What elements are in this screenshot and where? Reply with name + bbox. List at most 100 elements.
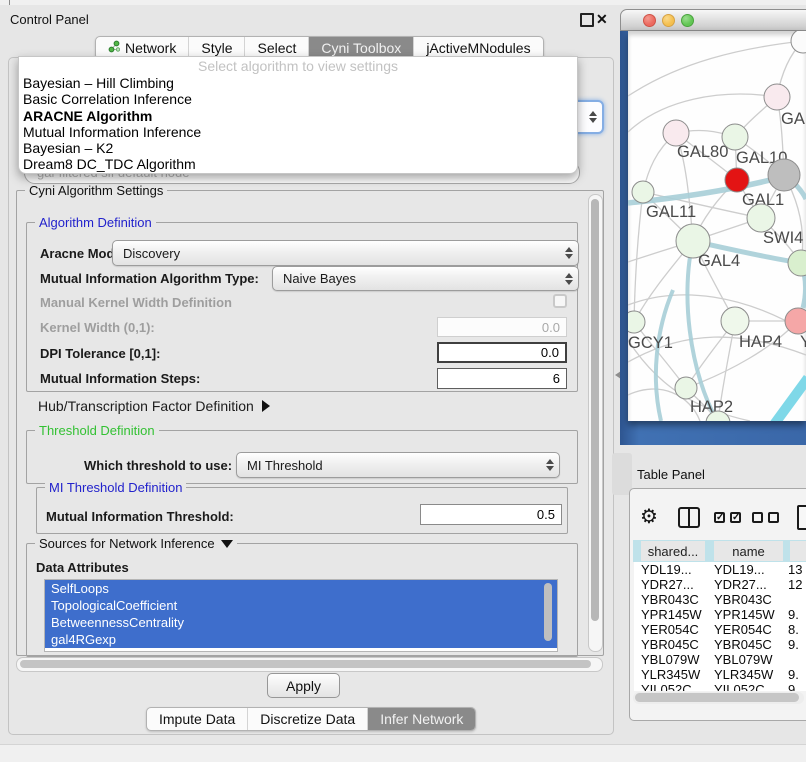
table-body[interactable]: YDL19...YDL19...13YDR27...YDR27...12YBR0… xyxy=(634,562,806,691)
new-table-icon[interactable] xyxy=(797,505,806,530)
cell: 8. xyxy=(788,622,799,637)
data-attributes-list[interactable]: SelfLoopsTopologicalCoefficientBetweenne… xyxy=(44,579,558,652)
mi-steps-field[interactable]: 6 xyxy=(437,368,567,389)
deselect-all-columns-icon[interactable] xyxy=(752,512,782,524)
attributes-vscrollbar-thumb[interactable] xyxy=(544,583,552,641)
minimize-traffic-light[interactable] xyxy=(662,14,675,27)
manual-kernel-checkbox[interactable] xyxy=(553,294,567,308)
kernel-width-value: 0.0 xyxy=(542,320,560,335)
network-window-titlebar[interactable] xyxy=(620,9,806,31)
cell: 12 xyxy=(788,577,802,592)
network-node-gal1[interactable] xyxy=(725,168,749,192)
edge-selected-cyan xyxy=(770,378,806,421)
table-row[interactable]: YLR345W YLR345W 9. xyxy=(634,667,806,682)
splitter-handle[interactable] xyxy=(612,453,632,495)
column-header-2[interactable] xyxy=(790,541,806,561)
settings-hscrollbar-thumb[interactable] xyxy=(20,660,591,668)
algorithm-option-basic-correlation-inference[interactable]: Basic Correlation Inference xyxy=(19,91,577,107)
apply-button-label: Apply xyxy=(286,678,321,694)
combo-arrows-icon xyxy=(565,273,573,285)
table-row[interactable]: YBR045CYBR045C9. xyxy=(634,637,806,652)
apply-button[interactable]: Apply xyxy=(267,673,340,698)
node-label: GAL11 xyxy=(646,203,696,221)
table-row[interactable]: YDL19...YDL19...13 xyxy=(634,562,806,577)
table-row[interactable]: YPR145WYPR145W9. xyxy=(634,607,806,622)
control-panel-title: Control Panel xyxy=(10,12,89,27)
mi-threshold-field[interactable]: 0.5 xyxy=(420,504,562,525)
data-attributes-label: Data Attributes xyxy=(36,560,129,575)
network-node-gcy1[interactable] xyxy=(628,311,645,333)
combo-arrows-icon xyxy=(589,111,597,123)
close-panel-icon[interactable]: ✕ xyxy=(596,12,608,26)
network-node[interactable] xyxy=(788,250,806,276)
aracne-mode-combo[interactable]: Discovery xyxy=(112,240,579,266)
float-panel-icon[interactable] xyxy=(580,13,594,27)
dpi-tolerance-value: 0.0 xyxy=(541,345,559,360)
mi-threshold-value: 0.5 xyxy=(537,507,555,522)
which-threshold-value: MI Threshold xyxy=(247,458,323,473)
zoom-traffic-light[interactable] xyxy=(681,14,694,27)
network-node-gal10[interactable] xyxy=(722,124,748,150)
gear-icon[interactable]: ⚙ xyxy=(640,507,658,527)
settings-vscrollbar[interactable] xyxy=(588,194,603,652)
table-hscrollbar-thumb[interactable] xyxy=(635,693,799,702)
network-node[interactable] xyxy=(768,159,800,191)
cell: 9 xyxy=(788,682,795,691)
algorithm-option-dream8-dc-tdc-algorithm[interactable]: Dream8 DC_TDC Algorithm xyxy=(19,156,577,172)
cell: 9. xyxy=(788,667,799,682)
table-hscrollbar[interactable] xyxy=(633,692,804,704)
columns-icon[interactable] xyxy=(678,507,700,528)
column-header-shared-[interactable]: shared... xyxy=(641,541,705,561)
cell: YBR043C xyxy=(641,592,699,607)
attribute-item-topologicalcoefficient[interactable]: TopologicalCoefficient xyxy=(45,597,557,614)
algorithm-option-aracne-algorithm[interactable]: ARACNE Algorithm xyxy=(19,108,577,124)
tab-label: Infer Network xyxy=(380,708,463,730)
table-row[interactable]: YDR27...YDR27...12 xyxy=(634,577,806,592)
cell: YPR145W xyxy=(641,607,702,622)
node-label: GAL4 xyxy=(698,252,740,270)
table-header[interactable]: shared... name xyxy=(633,540,806,562)
table-row[interactable]: YBR043CYBR043C xyxy=(634,592,806,607)
settings-vscrollbar-thumb[interactable] xyxy=(591,199,599,621)
network-node-gal7[interactable] xyxy=(764,84,790,110)
tab-impute-data[interactable]: Impute Data xyxy=(147,708,248,730)
network-node-gal11[interactable] xyxy=(632,181,654,203)
network-node-y[interactable] xyxy=(785,308,806,334)
cell: YBL079W xyxy=(641,652,700,667)
tab-infer-network[interactable]: Infer Network xyxy=(368,708,475,730)
attribute-item-betweennesscentrality[interactable]: BetweennessCentrality xyxy=(45,614,557,631)
algorithm-option-bayesian-hill-climbing[interactable]: Bayesian – Hill Climbing xyxy=(19,75,577,91)
aracne-mode-value: Discovery xyxy=(123,246,180,261)
algorithm-option-bayesian-k2[interactable]: Bayesian – K2 xyxy=(19,140,577,156)
collapsed-arrow-icon xyxy=(262,400,270,412)
node-label: SWI4 xyxy=(763,229,803,247)
column-header-name[interactable]: name xyxy=(714,541,783,561)
cell: YLR345W xyxy=(714,667,773,682)
network-node[interactable] xyxy=(791,31,806,53)
sources-toggle[interactable]: Sources for Network Inference xyxy=(35,536,237,551)
which-threshold-combo[interactable]: MI Threshold xyxy=(236,452,560,478)
dpi-tolerance-field[interactable]: 0.0 xyxy=(437,342,567,363)
bottom-bar xyxy=(0,744,806,762)
attribute-item-gal4rgexp[interactable]: gal4RGexp xyxy=(45,631,557,648)
close-traffic-light[interactable] xyxy=(643,14,656,27)
table-row[interactable]: YER054CYER054C8. xyxy=(634,622,806,637)
network-node-hap4[interactable] xyxy=(721,307,749,335)
network-canvas[interactable]: GAL7GAL80GAL10GAL1SWI4GAL11GAL4GCY1HAP4Y… xyxy=(628,31,806,421)
sources-title: Sources for Network Inference xyxy=(39,536,215,551)
network-node-swi4[interactable] xyxy=(747,204,775,232)
table-row[interactable]: YIL052CYIL052C9 xyxy=(634,682,806,691)
mi-algorithm-type-combo[interactable]: Naive Bayes xyxy=(272,266,579,291)
algorithm-option-mutual-information-inference[interactable]: Mutual Information Inference xyxy=(19,124,577,140)
select-all-columns-icon[interactable]: ✓✓ xyxy=(714,512,744,524)
settings-hscrollbar[interactable] xyxy=(16,657,603,672)
table-row[interactable]: YBL079WYBL079W xyxy=(634,652,806,667)
attribute-item-selfloops[interactable]: SelfLoops xyxy=(45,580,557,597)
hub-section-toggle[interactable]: Hub/Transcription Factor Definition xyxy=(38,398,270,414)
kernel-width-label: Kernel Width (0,1): xyxy=(40,320,155,335)
network-node-hap2[interactable] xyxy=(675,377,697,399)
cell: YLR345W xyxy=(641,667,700,682)
tab-discretize-data[interactable]: Discretize Data xyxy=(248,708,368,730)
cell: YER054C xyxy=(714,622,772,637)
kernel-width-field[interactable]: 0.0 xyxy=(437,317,567,337)
